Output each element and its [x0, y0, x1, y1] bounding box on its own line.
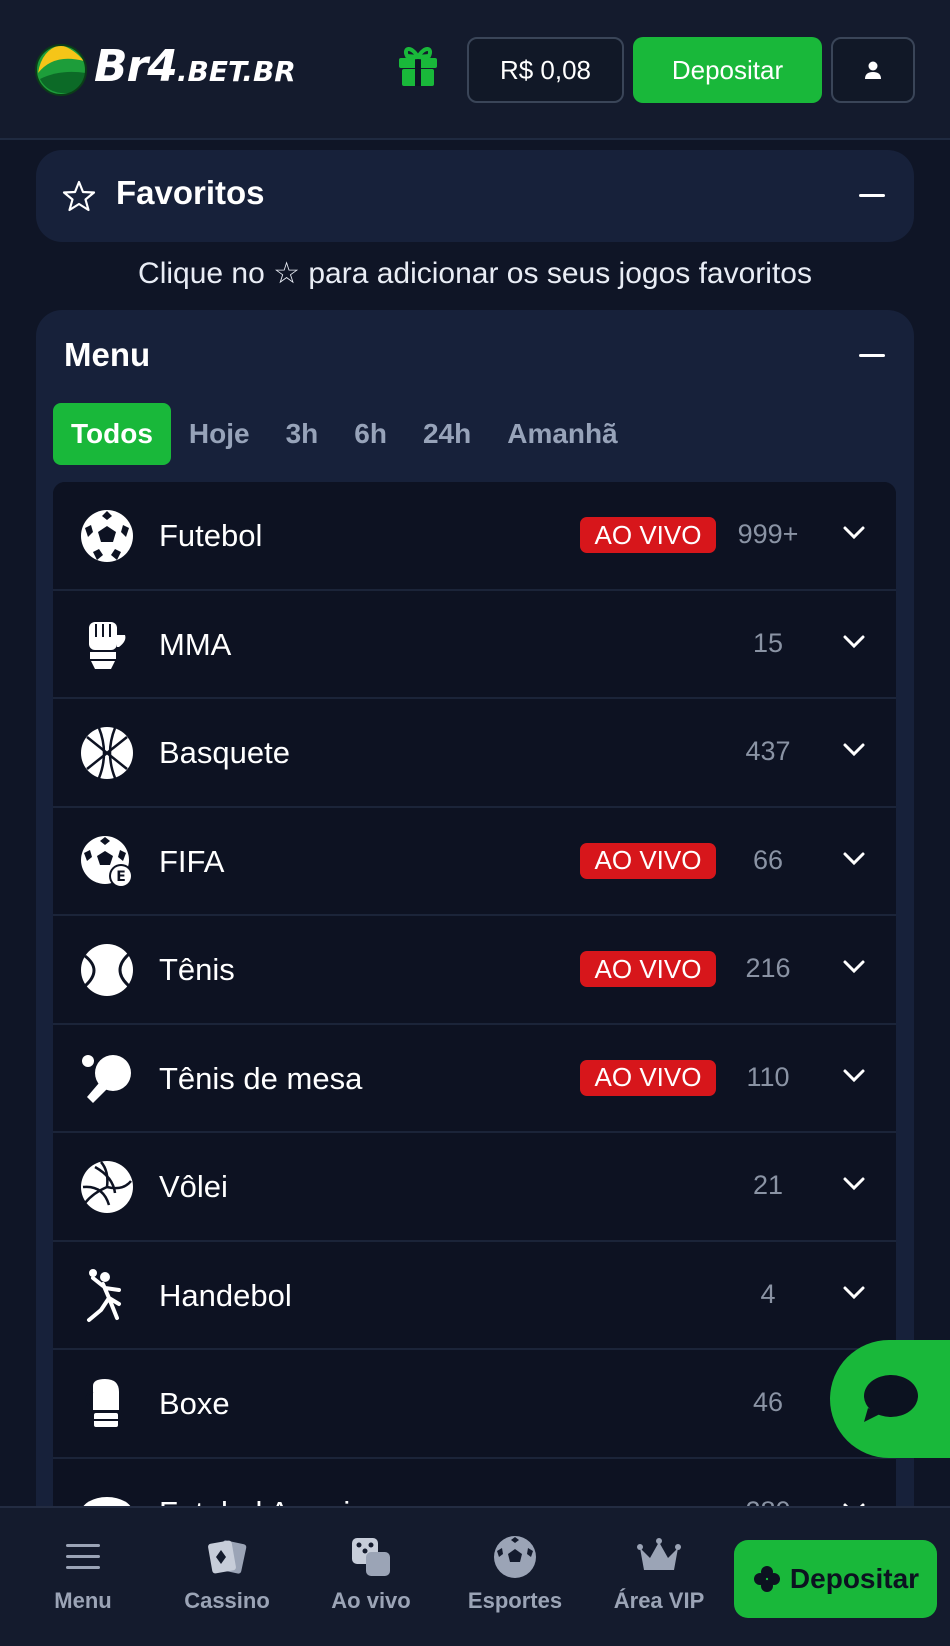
- boxing-glove-icon: [85, 1379, 119, 1427]
- sport-label: Basquete: [159, 735, 290, 770]
- gift-icon[interactable]: [395, 42, 441, 88]
- app-root: Br4.BET.BR R$ 0,08 Depositar Favoritos C…: [0, 0, 950, 1646]
- hamburger-icon: [66, 1544, 100, 1569]
- balance-display[interactable]: R$ 0,08: [467, 37, 624, 103]
- tennis-ball-icon: [81, 944, 133, 996]
- crown-icon: [637, 1538, 681, 1570]
- live-badge: AO VIVO: [580, 1059, 716, 1096]
- sport-label: FIFA: [159, 843, 225, 879]
- favorites-title: Favoritos: [116, 174, 265, 211]
- event-count: 110: [746, 1061, 790, 1092]
- sport-row-boxe[interactable]: Boxe 46: [53, 1350, 896, 1459]
- live-badge: AO VIVO: [580, 951, 716, 987]
- svg-text:E: E: [116, 869, 126, 885]
- soccer-ball-icon: [81, 510, 133, 562]
- sports-menu-panel: Menu Todos Hoje 3h 6h 24h Amanhã Futebol…: [36, 310, 914, 1567]
- dice-icon: [352, 1538, 390, 1576]
- chevron-down-icon[interactable]: [842, 634, 866, 650]
- chat-support-button[interactable]: [830, 1340, 950, 1458]
- live-badge: AO VIVO: [580, 517, 716, 553]
- event-count: 4: [760, 1278, 776, 1309]
- collapse-menu-icon[interactable]: [859, 354, 885, 357]
- time-filter-tabs: Todos Hoje 3h 6h 24h Amanhã: [53, 403, 636, 465]
- sport-label: Vôlei: [159, 1169, 228, 1204]
- chevron-down-icon[interactable]: [842, 525, 866, 541]
- esports-soccer-icon: E: [81, 835, 133, 888]
- tab-24h[interactable]: 24h: [405, 403, 489, 465]
- sport-label: Handebol: [159, 1277, 292, 1313]
- sport-row-basquete[interactable]: Basquete 437: [53, 699, 896, 808]
- sport-row-tenis[interactable]: Tênis AO VIVO 216: [53, 916, 896, 1025]
- nav-label: Área VIP: [613, 1588, 705, 1613]
- cards-icon: [208, 1540, 247, 1574]
- favorites-panel[interactable]: Favoritos: [36, 150, 914, 242]
- clover-icon: [753, 1566, 780, 1592]
- tab-hoje[interactable]: Hoje: [171, 403, 268, 465]
- nav-esportes[interactable]: Esportes: [450, 1508, 580, 1646]
- deposit-button[interactable]: Depositar: [633, 37, 822, 103]
- nav-label: Menu: [54, 1588, 112, 1613]
- nav-label: Esportes: [467, 1588, 563, 1613]
- user-icon: [865, 61, 881, 79]
- event-count: 46: [752, 1387, 784, 1417]
- live-badge: AO VIVO: [580, 842, 716, 879]
- user-account-button[interactable]: [831, 37, 915, 103]
- collapse-favorites-icon[interactable]: [859, 194, 885, 197]
- event-count: 216: [745, 953, 791, 983]
- tab-6h[interactable]: 6h: [336, 403, 405, 465]
- chevron-down-icon[interactable]: [842, 1068, 866, 1084]
- tab-3h[interactable]: 3h: [268, 403, 337, 465]
- sports-list: Futebol AO VIVO 999+ MMA 15 Basquete 437…: [53, 482, 896, 1567]
- event-count: 437: [745, 736, 791, 766]
- volleyball-icon: [81, 1161, 133, 1213]
- basketball-icon: [81, 727, 133, 779]
- logo-text: Br4.BET.BR: [94, 41, 296, 92]
- nav-menu[interactable]: Menu: [18, 1508, 148, 1646]
- chevron-down-icon[interactable]: [842, 851, 866, 867]
- nav-label: Cassino: [184, 1588, 270, 1613]
- event-count: 15: [752, 627, 784, 658]
- star-icon: [62, 180, 96, 212]
- chevron-down-icon[interactable]: [842, 959, 866, 975]
- nav-label: Ao vivo: [331, 1588, 411, 1613]
- sport-label: Futebol: [159, 518, 263, 553]
- logo-ball-icon: [35, 43, 87, 96]
- brand-logo[interactable]: Br4.BET.BR: [34, 40, 296, 99]
- tab-todos[interactable]: Todos: [53, 403, 171, 465]
- event-count: 21: [752, 1170, 784, 1200]
- nav-ao-vivo[interactable]: Ao vivo: [306, 1508, 436, 1646]
- nav-area-vip[interactable]: Área VIP: [594, 1508, 724, 1646]
- favorites-hint: Clique no ☆ para adicionar os seus jogos…: [138, 257, 812, 290]
- top-header: Br4.BET.BR R$ 0,08 Depositar: [0, 0, 950, 140]
- sport-row-fifa[interactable]: E FIFA AO VIVO 66: [53, 807, 896, 916]
- ping-pong-icon: [82, 1054, 131, 1103]
- event-count: 66: [752, 844, 784, 875]
- tab-amanha[interactable]: Amanhã: [489, 403, 635, 465]
- chevron-down-icon[interactable]: [842, 1176, 866, 1192]
- chevron-down-icon[interactable]: [842, 1285, 866, 1301]
- sport-row-volei[interactable]: Vôlei 21: [53, 1133, 896, 1242]
- sport-row-tenis-de-mesa[interactable]: Tênis de mesa AO VIVO 110: [53, 1024, 896, 1133]
- menu-title: Menu: [64, 336, 151, 373]
- bottom-navigation: Menu Cassino Ao vivo Esportes Área VIP D…: [0, 1506, 950, 1646]
- sport-row-futebol[interactable]: Futebol AO VIVO 999+: [53, 482, 896, 591]
- chevron-down-icon[interactable]: [842, 742, 866, 758]
- sport-row-mma[interactable]: MMA 15: [53, 590, 896, 699]
- sport-row-handebol[interactable]: Handebol 4: [53, 1241, 896, 1350]
- nav-cassino[interactable]: Cassino: [162, 1508, 292, 1646]
- sport-label: MMA: [159, 626, 232, 662]
- soccer-ball-icon: [494, 1536, 536, 1578]
- event-count: 999+: [737, 519, 799, 549]
- nav-deposit-button[interactable]: Depositar: [734, 1540, 937, 1618]
- sport-label: Tênis de mesa: [159, 1060, 363, 1096]
- sport-label: Tênis: [159, 952, 235, 987]
- nav-deposit-label: Depositar: [789, 1563, 920, 1594]
- handball-player-icon: [87, 1268, 121, 1322]
- mma-glove-icon: [89, 621, 126, 669]
- sport-label: Boxe: [159, 1386, 230, 1421]
- chat-bubble-icon: [864, 1375, 918, 1422]
